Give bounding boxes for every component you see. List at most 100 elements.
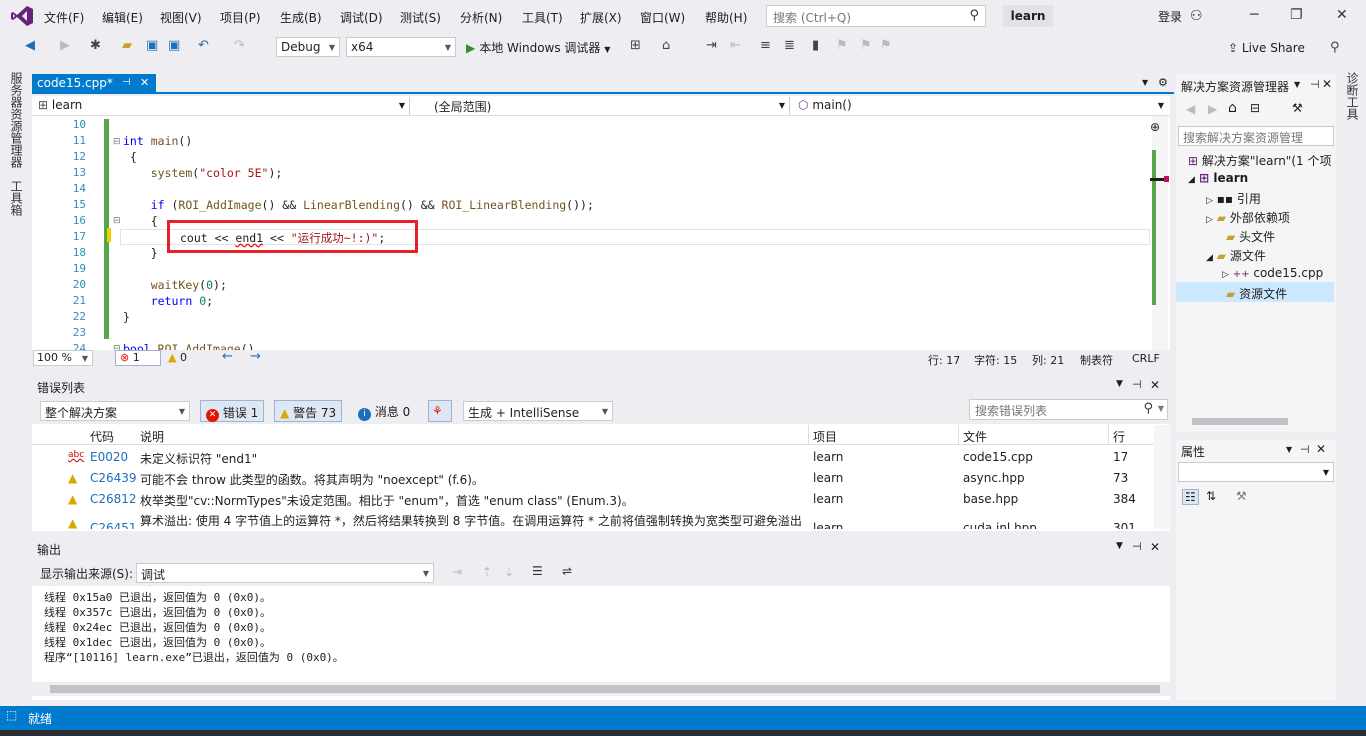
error-search-input[interactable]: 搜索错误列表 ⚲ ▼ — [969, 399, 1168, 420]
login-button[interactable]: 登录 — [1158, 8, 1182, 25]
settings-icon[interactable]: ⚒ — [1292, 101, 1303, 115]
warning-indicator[interactable]: ▲ 0 — [168, 351, 187, 364]
menu-debug[interactable]: 调试(D) — [340, 9, 383, 26]
undo-icon[interactable]: ↶ — [198, 38, 209, 53]
menu-test[interactable]: 测试(S) — [400, 9, 441, 26]
bookmark-icon[interactable]: ▮ — [812, 38, 819, 53]
platform-select[interactable]: x64 ▼ — [346, 37, 456, 57]
output-horizontal-scrollbar[interactable] — [32, 682, 1170, 696]
error-row[interactable]: ▲ C26451 算术溢出: 使用 4 字节值上的运算符 *，然后将结果转换到 … — [32, 510, 1154, 529]
member-dropdown[interactable]: ⬡ main() ▼ — [794, 97, 1168, 115]
close-icon[interactable]: ✕ — [1150, 378, 1160, 392]
tree-item-project[interactable]: ◢ ⊞ learn — [1188, 169, 1248, 188]
open-folder-icon[interactable]: ▰ — [122, 38, 132, 53]
menu-build[interactable]: 生成(B) — [280, 9, 322, 26]
comment-icon[interactable]: ≡ — [760, 38, 771, 53]
error-code[interactable]: C26812 — [90, 492, 137, 506]
error-code[interactable]: C26451 — [90, 521, 137, 529]
pin-icon[interactable]: ⊣ — [1132, 378, 1142, 391]
hot-reload-icon[interactable]: ⌂ — [662, 38, 670, 53]
menu-edit[interactable]: 编辑(E) — [102, 9, 143, 26]
solution-horizontal-scrollbar[interactable] — [1178, 416, 1332, 428]
toolbox-tab[interactable]: 工具箱 — [8, 180, 25, 216]
tab-code15[interactable]: code15.cpp* ⊣ ✕ — [32, 74, 156, 94]
column-divider[interactable] — [1108, 425, 1109, 445]
pin-icon[interactable]: ⊣ — [1300, 443, 1310, 456]
live-share-button[interactable]: ⇪ Live Share — [1228, 41, 1305, 55]
output-source-select[interactable]: 调试 ▼ — [136, 563, 434, 583]
server-explorer-tab[interactable]: 服务器资源管理器 — [8, 72, 25, 168]
scope-select[interactable]: 整个解决方案 ▼ — [40, 401, 190, 421]
pin-icon[interactable]: ⊣ — [1310, 78, 1320, 91]
solution-search-input[interactable]: 搜索解决方案资源管理 — [1178, 126, 1334, 146]
collapse-icon[interactable]: ⊟ — [113, 137, 121, 147]
prev-bookmark-icon[interactable]: ⚑ — [836, 38, 848, 53]
next-bookmark-icon[interactable]: ⚑ — [860, 38, 872, 53]
build-filter-select[interactable]: 生成 + IntelliSense ▼ — [463, 401, 613, 421]
close-icon[interactable]: ✕ — [1150, 540, 1160, 554]
panel-menu-icon[interactable]: ▼ — [1116, 541, 1123, 551]
gear-icon[interactable]: ⚙ — [1158, 76, 1168, 89]
menu-analyze[interactable]: 分析(N) — [460, 9, 502, 26]
start-debugging-button[interactable]: ▶ 本地 Windows 调试器 ▼ — [466, 39, 610, 56]
line-ending-indicator[interactable]: CRLF — [1132, 352, 1160, 365]
browser-icon[interactable]: ⊞ — [630, 38, 641, 53]
scope-dropdown[interactable]: (全局范围) ▼ — [414, 97, 790, 115]
split-icon[interactable]: ⊕ — [1150, 120, 1160, 134]
uncomment-icon[interactable]: ≣ — [784, 38, 795, 53]
tab-list-icon[interactable]: ▼ — [1142, 78, 1148, 87]
close-icon[interactable]: ✕ — [1322, 77, 1332, 91]
step-icon[interactable]: ⇥ — [706, 38, 717, 53]
tab-mode-indicator[interactable]: 制表符 — [1080, 352, 1113, 368]
pin-icon[interactable]: ⊣ — [122, 77, 131, 88]
redo-icon[interactable]: ↷ — [234, 38, 245, 53]
error-list-scrollbar[interactable] — [1154, 425, 1170, 529]
quick-search-input[interactable]: 搜索 (Ctrl+Q) ⚲ — [766, 5, 986, 27]
step-out-icon[interactable]: ⇤ — [730, 38, 741, 53]
close-icon[interactable]: ✕ — [1336, 7, 1348, 23]
switch-views-icon[interactable]: ⊟ — [1250, 101, 1260, 115]
account-icon[interactable]: ⚇ — [1190, 8, 1203, 24]
diagnostics-tab[interactable]: 诊断工具 — [1344, 72, 1361, 120]
tree-item-code15[interactable]: ▷ ++ code15.cpp — [1222, 264, 1323, 283]
clear-bookmark-icon[interactable]: ⚑ — [880, 38, 892, 53]
clear-all-icon[interactable]: ☰ — [532, 564, 543, 578]
find-message-icon[interactable]: ⇥ — [452, 565, 462, 579]
error-row[interactable]: ▲ C26812 枚举类型"cv::NormTypes"未设定范围。相比于 "e… — [32, 489, 1154, 510]
home-icon[interactable]: ⌂ — [1228, 100, 1237, 116]
menu-window[interactable]: 窗口(W) — [640, 9, 685, 26]
col-file[interactable]: 文件 — [963, 428, 987, 445]
menu-view[interactable]: 视图(V) — [160, 9, 202, 26]
back-icon[interactable]: ◀ — [1186, 102, 1195, 116]
menu-extensions[interactable]: 扩展(X) — [580, 9, 622, 26]
pin-icon[interactable]: ⊣ — [1132, 540, 1142, 553]
menu-tools[interactable]: 工具(T) — [522, 9, 563, 26]
error-code[interactable]: C26439 — [90, 471, 137, 485]
tree-item-sources[interactable]: ◢ ▰ 源文件 — [1206, 245, 1266, 264]
property-pages-icon[interactable]: ⚒ — [1236, 489, 1247, 503]
menu-file[interactable]: 文件(F) — [44, 9, 84, 26]
tree-item-headers[interactable]: ▰ 头文件 — [1226, 226, 1275, 245]
next-issue-icon[interactable]: → — [250, 349, 261, 364]
col-project[interactable]: 项目 — [813, 428, 837, 445]
warnings-filter-button[interactable]: ▲ 警告 73 — [274, 400, 343, 422]
column-divider[interactable] — [808, 425, 809, 445]
panel-menu-icon[interactable]: ▼ — [1286, 445, 1292, 454]
col-code[interactable]: 代码 — [90, 428, 114, 445]
error-row[interactable]: abc E0020 未定义标识符 "end1" learn code15.cpp… — [32, 447, 1154, 468]
forward-icon[interactable]: ▶ — [60, 38, 70, 53]
messages-filter-button[interactable]: i 消息 0 — [358, 403, 410, 421]
properties-object-select[interactable]: ▼ — [1178, 462, 1334, 482]
col-description[interactable]: 说明 — [140, 428, 164, 445]
project-dropdown[interactable]: ⊞ learn ▼ — [34, 97, 410, 115]
close-tab-icon[interactable]: ✕ — [140, 76, 149, 89]
menu-help[interactable]: 帮助(H) — [705, 9, 747, 26]
save-icon[interactable]: ▣ — [146, 38, 158, 53]
panel-menu-icon[interactable]: ▼ — [1116, 379, 1123, 389]
filter-toggle-button[interactable]: ⚘ — [428, 400, 452, 422]
zoom-select[interactable]: 100 % ▼ — [33, 350, 93, 366]
configuration-select[interactable]: Debug ▼ — [276, 37, 340, 57]
forward-icon[interactable]: ▶ — [1208, 102, 1217, 116]
visual-studio-logo-icon[interactable] — [10, 5, 34, 27]
restore-icon[interactable]: ❐ — [1290, 7, 1303, 23]
